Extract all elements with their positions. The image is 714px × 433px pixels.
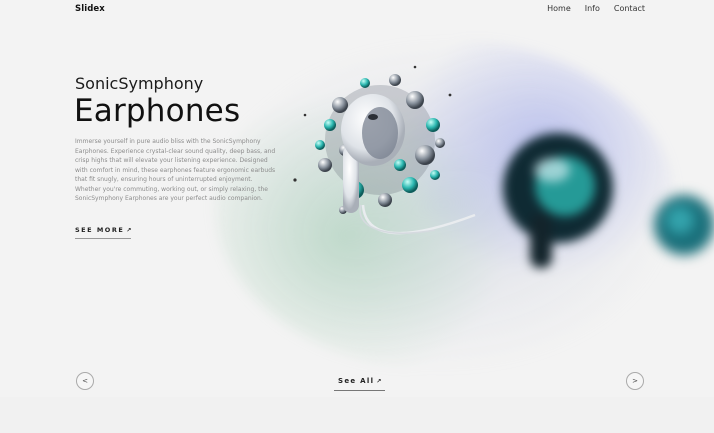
nav-info[interactable]: Info	[585, 4, 600, 13]
see-more-label: SEE MORE	[75, 226, 125, 234]
hero-section: Slidex Home Info Contact SonicSymphony E…	[0, 0, 714, 397]
next-slide-button[interactable]: >	[626, 372, 644, 390]
see-all-button[interactable]: See All ↗	[334, 377, 386, 391]
product-subtitle: SonicSymphony	[75, 74, 204, 93]
prev-slide-button[interactable]: <	[76, 372, 94, 390]
top-nav: Home Info Contact	[547, 4, 645, 13]
see-all-label: See All	[338, 377, 375, 385]
earphone-blurred-image	[503, 133, 613, 268]
see-more-button[interactable]: SEE MORE ↗	[75, 226, 132, 239]
product-title: Earphones	[74, 93, 241, 129]
page-bottom	[0, 397, 714, 433]
nav-home[interactable]: Home	[547, 4, 571, 13]
brand-logo[interactable]: Slidex	[75, 4, 105, 14]
earphone-image	[293, 65, 476, 235]
product-description: Immerse yourself in pure audio bliss wit…	[75, 138, 276, 202]
nav-contact[interactable]: Contact	[614, 4, 645, 13]
earphone-blurred-small-image	[654, 195, 714, 255]
arrow-up-right-icon: ↗	[126, 227, 132, 234]
arrow-up-right-icon: ↗	[376, 378, 382, 385]
